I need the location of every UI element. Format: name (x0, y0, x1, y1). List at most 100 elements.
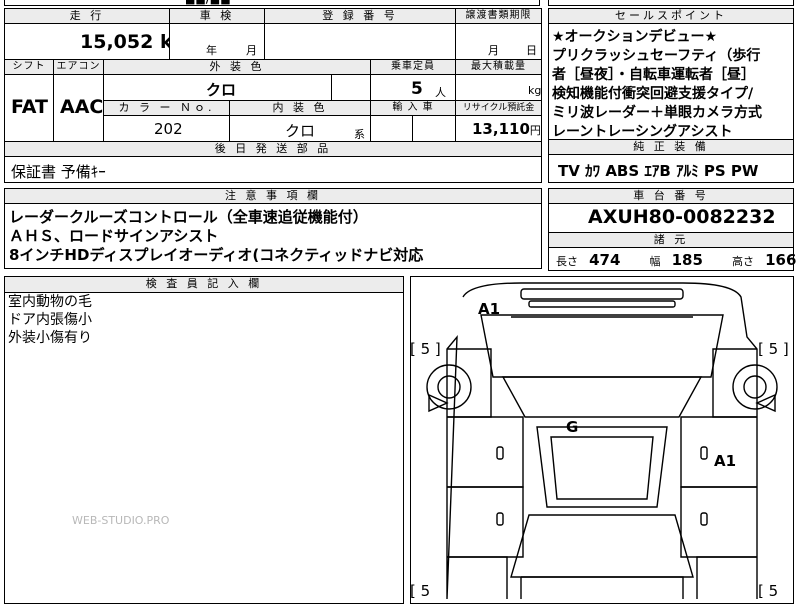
recycle-unit: 円 (529, 124, 541, 137)
recycle-value: 13,110円 (472, 120, 541, 138)
shift-header: シフト (4, 59, 54, 75)
top-strip-text: ■■/■■ (185, 0, 231, 6)
front-bumper (520, 288, 684, 300)
interior-color-header: 内 装 色 (229, 100, 371, 116)
damage-mark-center: G (566, 418, 579, 436)
left-front-fender (447, 348, 492, 418)
right-front-fender (712, 348, 757, 418)
car-diagram (426, 282, 778, 599)
length-value: 474 (589, 251, 621, 269)
note-line: レーダークルーズコントロール（全車速追従機能付） (9, 208, 368, 226)
capacity-unit: 人 (435, 86, 446, 99)
equipment-item: ｶﾜ (585, 162, 601, 180)
later-parts-value: 保証書 予備ｷｰ (11, 163, 106, 181)
transfer-day-label: 日 (526, 44, 537, 57)
watermark: WEB-STUDIO.PRO (72, 514, 170, 527)
windshield (501, 376, 703, 418)
left-front-door (447, 416, 524, 488)
equipment-item: ｴｱB (644, 162, 671, 180)
rear-window (510, 514, 694, 578)
exterior-color-header: 外 装 色 (103, 59, 371, 75)
aircon-value: AAC (60, 96, 104, 118)
interior-color-value: クロ (285, 122, 316, 140)
sales-point-line: ★オークションデビュー★ (552, 29, 718, 45)
notes-header: 注 意 事 項 欄 (4, 188, 542, 204)
sales-point-line: 者［昼夜］・自転車運転者［昼］ (552, 67, 755, 83)
roof-inner (550, 436, 654, 500)
max-load-unit: kg (528, 84, 542, 97)
rear-body (520, 576, 684, 599)
damage-mark-right: A1 (714, 452, 737, 470)
equipment-item: TV (558, 162, 580, 180)
inspector-line: 外装小傷有り (8, 330, 92, 346)
left-quarter (447, 556, 508, 599)
length-label: 長さ (556, 255, 578, 268)
max-load-header: 最大積載量 (455, 59, 542, 75)
right-rear-door (680, 486, 757, 558)
inspection-month-label: 月 (246, 44, 257, 57)
left-rear-door (447, 486, 524, 558)
damage-mark-front: A1 (478, 300, 501, 318)
right-quarter (696, 556, 757, 599)
recycle-header: リサイクル預託金 (455, 100, 542, 116)
sales-points-header: セールスポイント (548, 8, 794, 24)
note-line: 8インチHDディスプレイオーディオ(コネクティッドナビ対応 (9, 246, 424, 264)
inspection-year-label: 年 (206, 44, 217, 57)
equipment-item: PW (730, 162, 759, 180)
front-left-wheel-hub (437, 375, 461, 399)
width-value: 185 (671, 251, 703, 269)
front-bumper-inner (528, 300, 676, 308)
top-strip-right (548, 0, 794, 6)
inspector-line: ドア内張傷小 (8, 312, 92, 328)
import-cell-a (370, 115, 413, 142)
later-parts-header: 後 日 発 送 部 品 (4, 141, 542, 157)
mileage-header: 走 行 (4, 8, 170, 24)
dimensions-row: 長さ 474 幅 185 高さ 166 (556, 250, 796, 269)
capacity-value: 5 (411, 79, 423, 99)
right-front-handle (700, 446, 708, 460)
tire-rating-left-bottom: [ 5 (410, 582, 431, 600)
sales-points-list: ★オークションデビュー★ プリクラッシュセーフティ（歩行 者［昼夜］・自転車運転… (552, 28, 762, 142)
equipment-item: PS (703, 162, 726, 180)
inspector-header: 検 査 員 記 入 欄 (4, 276, 404, 293)
sales-point-line: 検知機能付衝突回避支援タイプ/ (552, 86, 754, 102)
chassis-value: AXUH80-0082232 (588, 206, 776, 228)
right-rear-handle (700, 512, 708, 526)
left-front-handle (496, 446, 504, 460)
notes-list: レーダークルーズコントロール（全車速追従機能付） ＡＨＳ、ロードサインアシスト … (9, 208, 423, 265)
registration-cell (264, 23, 456, 60)
genuine-equipment-header: 純 正 装 備 (548, 139, 794, 155)
width-label: 幅 (649, 255, 661, 268)
tire-rating-right-bottom: [ 5 (758, 582, 779, 600)
equipment-item: ABS (605, 162, 640, 180)
registration-header: 登 録 番 号 (264, 8, 456, 24)
chassis-header: 車 台 番 号 (548, 188, 794, 204)
left-rear-handle (496, 512, 504, 526)
transfer-month-label: 月 (488, 44, 499, 57)
color-no-header: カ ラ ー Ｎｏ. (103, 100, 230, 116)
shift-value: FAT (11, 96, 48, 118)
front-left-wheel (426, 364, 472, 410)
genuine-equipment-list: TV ｶﾜ ABS ｴｱB ｱﾙﾐ PS PW (558, 160, 758, 181)
import-cell-b (412, 115, 456, 142)
interior-color-suffix: 系 (354, 128, 365, 141)
exterior-color-value: クロ (206, 81, 237, 99)
sales-point-line: ミリ波レーダー＋単眼カメラ方式 (552, 105, 762, 121)
height-value: 166 (765, 251, 797, 269)
tire-rating-right-top: [ 5 ] (758, 340, 789, 358)
import-header: 輸 入 車 (370, 100, 456, 116)
transfer-deadline-header: 譲渡書類期限 (455, 8, 542, 24)
tire-rating-left-top: [ 5 ] (410, 340, 441, 358)
equipment-item: ｱﾙﾐ (676, 162, 699, 180)
car-body-outline (446, 282, 758, 599)
dimensions-header: 諸 元 (548, 232, 794, 248)
sales-point-line: プリクラッシュセーフティ（歩行 (552, 48, 761, 64)
note-line: ＡＨＳ、ロードサインアシスト (9, 227, 219, 245)
inspector-notes: 室内動物の毛 ドア内張傷小 外装小傷有り (8, 293, 92, 347)
front-right-wheel (732, 364, 778, 410)
top-strip (4, 0, 540, 6)
exterior-color-sub-cell (331, 74, 371, 101)
height-label: 高さ (732, 255, 754, 268)
aircon-header: エアコン (53, 59, 104, 75)
inspection-header: 車 検 (169, 8, 265, 24)
